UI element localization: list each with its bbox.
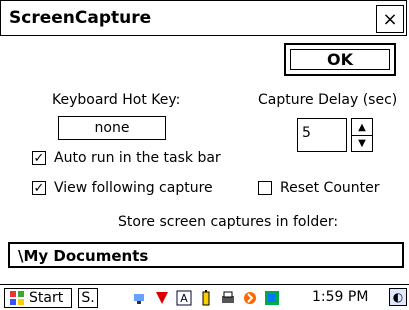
hotkey-field[interactable]: none — [58, 116, 166, 140]
signal-icon[interactable] — [154, 290, 170, 306]
checkmark-icon: ✓ — [33, 180, 45, 196]
system-tray: A — [132, 288, 280, 308]
desktop-symbol-icon: ◐ — [392, 290, 404, 304]
capture-delay-spinner: ▲ ▼ — [351, 118, 373, 152]
wifi-icon[interactable] — [264, 290, 280, 306]
hotkey-value: none — [94, 120, 130, 136]
reset-counter-checkbox[interactable] — [258, 181, 272, 195]
start-label: Start — [29, 290, 64, 306]
taskbar-app-label: S. — [81, 290, 95, 306]
printer-icon[interactable] — [220, 290, 236, 306]
window-title: ScreenCapture — [9, 8, 152, 28]
auto-run-checkbox[interactable]: ✓ — [32, 151, 46, 165]
reset-counter-label: Reset Counter — [280, 180, 380, 196]
view-following-label: View following capture — [54, 180, 213, 196]
triangle-up-icon: ▲ — [358, 121, 366, 133]
view-following-checkbox[interactable]: ✓ — [32, 181, 46, 195]
start-button[interactable]: Start — [4, 288, 72, 308]
checkmark-icon: ✓ — [33, 150, 45, 166]
title-bar: ScreenCapture × — [0, 0, 407, 36]
auto-run-label: Auto run in the task bar — [54, 150, 221, 166]
close-icon: × — [382, 8, 398, 30]
taskbar: Start S. A 1:59 PM ◐ — [0, 284, 409, 310]
folder-path-field[interactable]: \My Documents — [8, 242, 404, 268]
desktop-icon[interactable]: ◐ — [389, 288, 407, 306]
close-button[interactable]: × — [376, 5, 404, 33]
keyboard-hotkey-label: Keyboard Hot Key: — [52, 92, 181, 108]
store-folder-label: Store screen captures in folder: — [118, 214, 339, 230]
triangle-down-icon: ▼ — [358, 137, 366, 149]
ok-button[interactable]: OK — [284, 43, 396, 76]
ok-button-focus-frame — [290, 49, 390, 70]
bluetooth-icon[interactable] — [242, 290, 258, 306]
auto-run-option[interactable]: ✓ Auto run in the task bar — [32, 150, 221, 166]
capture-delay-label: Capture Delay (sec) — [258, 92, 398, 108]
taskbar-app-button[interactable]: S. — [78, 288, 98, 308]
capture-delay-input[interactable]: 5 — [297, 118, 347, 152]
folder-path-value: \My Documents — [18, 247, 149, 265]
reset-counter-option[interactable]: Reset Counter — [258, 180, 380, 196]
svg-text:A: A — [180, 292, 188, 305]
spin-down-button[interactable]: ▼ — [352, 135, 372, 151]
screen-capture-window: ScreenCapture × OK Keyboard Hot Key: Cap… — [0, 0, 409, 310]
view-following-option[interactable]: ✓ View following capture — [32, 180, 213, 196]
spin-up-button[interactable]: ▲ — [352, 119, 372, 136]
network-icon[interactable] — [132, 290, 148, 306]
input-a-icon[interactable]: A — [176, 290, 192, 306]
battery-icon[interactable] — [198, 290, 214, 306]
clock[interactable]: 1:59 PM — [312, 289, 368, 305]
windows-flag-icon — [9, 290, 25, 306]
capture-delay-value: 5 — [302, 125, 311, 141]
